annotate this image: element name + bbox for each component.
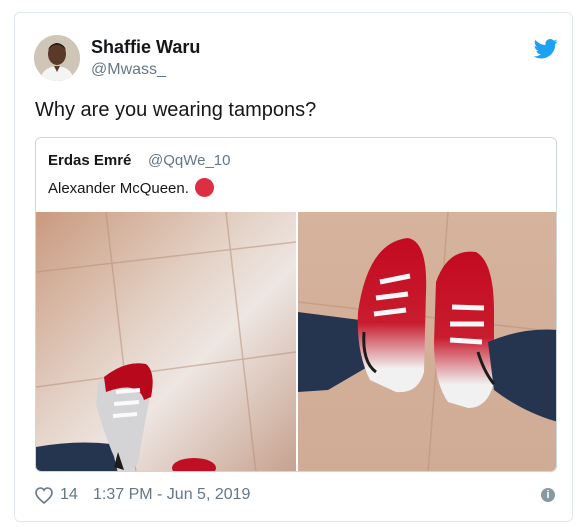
tweet-text: Why are you wearing tampons? — [35, 99, 317, 121]
quoted-text-label: Alexander McQueen. — [48, 180, 189, 197]
quoted-author-handle[interactable]: @QqWe_10 — [148, 152, 231, 169]
heart-icon[interactable] — [35, 487, 53, 504]
quoted-tweet-text: Alexander McQueen. — [48, 178, 214, 197]
red-circle-icon — [194, 178, 214, 197]
tweet-card: Shaffie Waru @Mwass_ Why are you wearing… — [14, 12, 573, 522]
timestamp[interactable]: 1:37 PM - Jun 5, 2019 — [93, 486, 250, 504]
author-name[interactable]: Shaffie Waru — [91, 37, 200, 58]
like-count[interactable]: 14 — [60, 486, 78, 504]
photo-left[interactable] — [36, 212, 296, 471]
quoted-author-name[interactable]: Erdas Emré — [48, 152, 131, 169]
twitter-bird-icon[interactable] — [534, 39, 558, 59]
author-handle[interactable]: @Mwass_ — [91, 61, 166, 79]
avatar[interactable] — [34, 35, 80, 81]
info-icon[interactable]: i — [541, 488, 555, 502]
photo-right[interactable] — [298, 212, 556, 471]
quoted-tweet[interactable]: Erdas Emré @QqWe_10 Alexander McQueen. — [35, 137, 557, 472]
tweet-footer: 14 1:37 PM - Jun 5, 2019 i — [35, 486, 555, 506]
